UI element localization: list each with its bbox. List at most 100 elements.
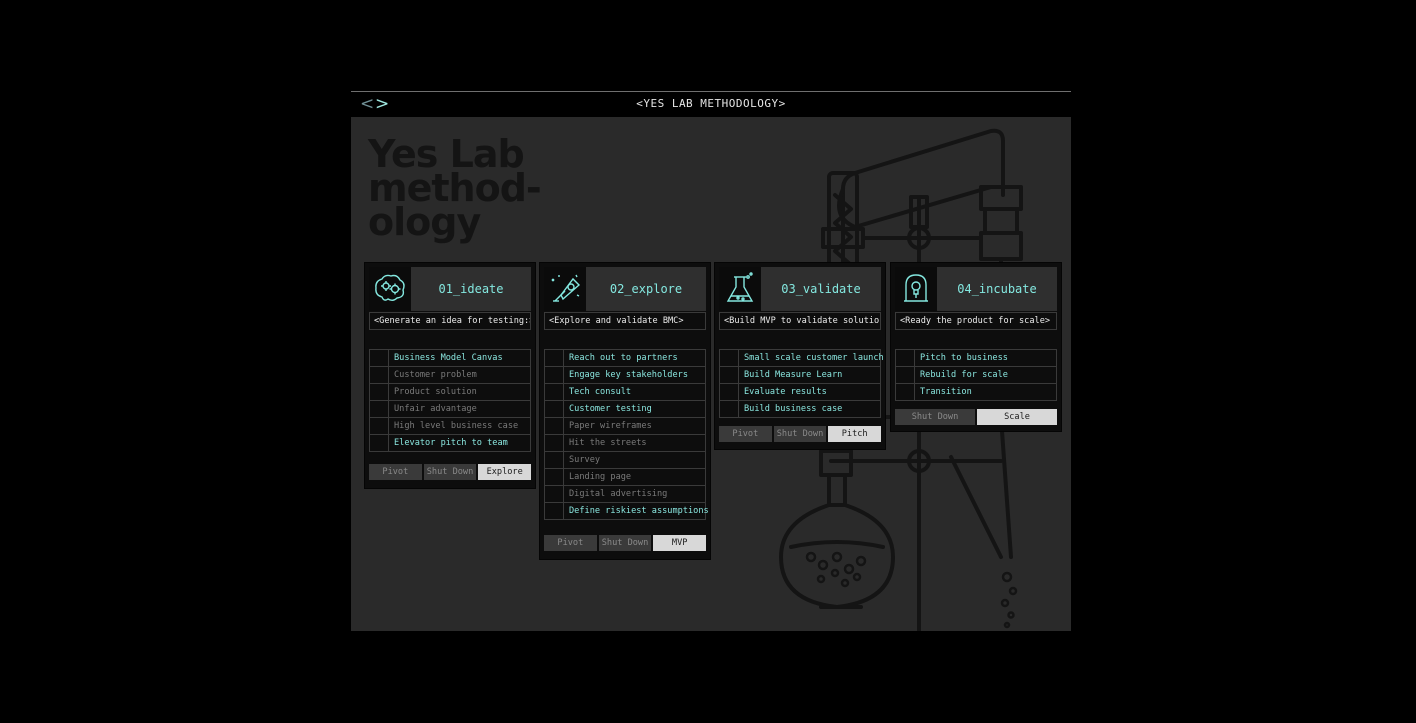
stage-area: Yes Lab method- ology 01_ideate <Generat… [351,117,1071,631]
checkbox[interactable] [545,435,564,451]
shut-down-button[interactable]: Shut Down [423,464,477,480]
card-header: 02_explore [544,267,706,311]
task-item[interactable]: Customer problem [369,366,531,384]
task-item[interactable]: Hit the streets [544,434,706,452]
task-label: Business Model Canvas [394,353,503,363]
task-list: Pitch to business Rebuild for scale Tran… [895,349,1057,401]
task-item[interactable]: Build business case [719,400,881,418]
task-label: Hit the streets [569,438,647,448]
checkbox[interactable] [896,367,915,383]
checkbox[interactable] [720,350,739,366]
stage-card-validate: 03_validate <Build MVP to validate solut… [714,262,886,450]
bell-jar-bulb-icon [895,267,937,311]
task-label: Digital advertising [569,489,668,499]
shut-down-button[interactable]: Shut Down [895,409,975,425]
task-item[interactable]: Build Measure Learn [719,366,881,384]
task-item[interactable]: Transition [895,383,1057,401]
task-item[interactable]: High level business case [369,417,531,435]
checkbox[interactable] [370,401,389,417]
scale-button[interactable]: Scale [977,409,1057,425]
mvp-button[interactable]: MVP [653,535,707,551]
task-item[interactable]: Engage key stakeholders [544,366,706,384]
checkbox[interactable] [896,384,915,400]
heading-line: ology [368,200,481,244]
task-list: Reach out to partners Engage key stakeho… [544,349,709,520]
checkbox[interactable] [545,469,564,485]
task-item[interactable]: Unfair advantage [369,400,531,418]
checkbox[interactable] [370,350,389,366]
task-label: Transition [920,387,972,397]
card-title: 03_validate [781,282,861,296]
checkbox[interactable] [545,401,564,417]
task-label: Pitch to business [920,353,1008,363]
task-item[interactable]: Define riskiest assumptions [544,502,709,520]
task-item[interactable]: Small scale customer launch [719,349,884,367]
task-item[interactable]: Business Model Canvas [369,349,531,367]
explore-button[interactable]: Explore [478,464,532,480]
card-header: 03_validate [719,267,881,311]
checkbox[interactable] [720,401,739,417]
task-label: Customer testing [569,404,652,414]
brain-gears-icon [369,267,411,311]
task-label: Landing page [569,472,632,482]
card-subtitle: <Generate an idea for testing:> [369,312,531,330]
task-item[interactable]: Evaluate results [719,383,881,401]
shut-down-button[interactable]: Shut Down [773,426,827,442]
action-buttons: Shut Down Scale [895,409,1057,425]
checkbox[interactable] [545,503,564,519]
task-item[interactable]: Tech consult [544,383,706,401]
task-item[interactable]: Paper wireframes [544,417,706,435]
checkbox[interactable] [896,350,915,366]
task-item[interactable]: Digital advertising [544,485,706,503]
pitch-button[interactable]: Pitch [828,426,882,442]
stage-card-explore: 02_explore <Explore and validate BMC> Re… [539,262,711,560]
action-buttons: Pivot Shut Down MVP [544,535,707,551]
checkbox[interactable] [720,384,739,400]
checkbox[interactable] [370,367,389,383]
checkbox[interactable] [545,486,564,502]
checkbox[interactable] [545,384,564,400]
card-title: 01_ideate [438,282,504,296]
task-item[interactable]: Product solution [369,383,531,401]
window-title: <YES LAB METHODOLOGY> [636,97,786,110]
card-subtitle: <Explore and validate BMC> [544,312,706,330]
checkbox[interactable] [545,367,564,383]
task-label: Define riskiest assumptions [569,506,709,516]
task-item[interactable]: Reach out to partners [544,349,706,367]
action-buttons: Pivot Shut Down Pitch [719,426,882,442]
pivot-button[interactable]: Pivot [544,535,597,551]
pivot-button[interactable]: Pivot [719,426,772,442]
checkbox[interactable] [545,418,564,434]
title-bar: < > <YES LAB METHODOLOGY> [351,91,1071,117]
task-item[interactable]: Rebuild for scale [895,366,1057,384]
stage-card-ideate: 01_ideate <Generate an idea for testing:… [364,262,536,489]
task-item[interactable]: Elevator pitch to team [369,434,531,452]
card-title: 02_explore [609,282,683,296]
task-list: Small scale customer launch Build Measur… [719,349,884,418]
shut-down-button[interactable]: Shut Down [598,535,652,551]
checkbox[interactable] [545,350,564,366]
task-label: High level business case [394,421,519,431]
checkbox[interactable] [370,384,389,400]
stage-card-incubate: 04_incubate <Ready the product for scale… [890,262,1062,432]
task-item[interactable]: Pitch to business [895,349,1057,367]
task-item[interactable]: Customer testing [544,400,706,418]
task-item[interactable]: Survey [544,451,706,469]
task-label: Product solution [394,387,477,397]
task-label: Elevator pitch to team [394,438,508,448]
card-header: 01_ideate [369,267,531,311]
task-label: Customer problem [394,370,477,380]
pivot-button[interactable]: Pivot [369,464,422,480]
checkbox[interactable] [720,367,739,383]
task-list: Business Model Canvas Customer problem P… [369,349,531,452]
task-item[interactable]: Landing page [544,468,706,486]
card-subtitle: <Ready the product for scale> [895,312,1057,330]
checkbox[interactable] [370,418,389,434]
task-label: Unfair advantage [394,404,477,414]
page-heading: Yes Lab method- ology [368,135,542,244]
checkbox[interactable] [545,452,564,468]
task-label: Survey [569,455,601,465]
checkbox[interactable] [370,435,389,451]
card-subtitle: <Build MVP to validate solution> [719,312,881,330]
task-label: Engage key stakeholders [569,370,688,380]
